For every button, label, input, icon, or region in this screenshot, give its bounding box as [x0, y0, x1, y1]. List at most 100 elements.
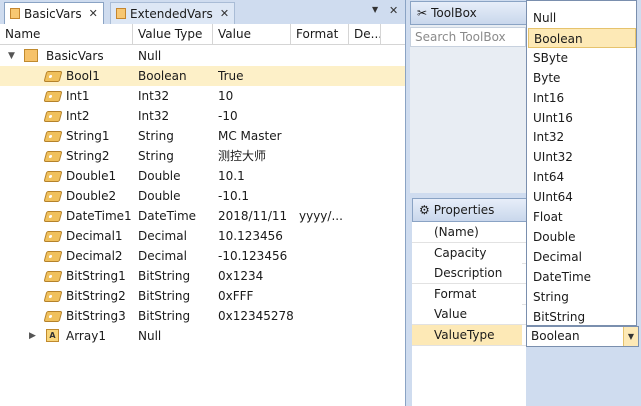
- tree-row-value[interactable]: -10: [218, 106, 238, 126]
- tree-row-format[interactable]: [299, 146, 347, 166]
- properties-title: Properties: [433, 203, 495, 217]
- property-row[interactable]: ValueType: [412, 324, 526, 346]
- tree-row-value[interactable]: 10.123456: [218, 226, 283, 246]
- tree-row-name: String1: [66, 129, 110, 143]
- variable-tag-icon: [43, 311, 63, 322]
- property-row[interactable]: Format: [412, 283, 526, 305]
- tab-extendedvars[interactable]: ExtendedVars ✕: [110, 2, 236, 24]
- tree-row-format[interactable]: [299, 106, 347, 126]
- column-header-format[interactable]: Format: [291, 24, 349, 44]
- tree-row-value[interactable]: 2018/11/11: [218, 206, 287, 226]
- toolbox-header[interactable]: ✂ ToolBox: [410, 1, 530, 25]
- tree-row[interactable]: Double1 Double 10.1: [0, 166, 405, 186]
- tree-row-format[interactable]: [299, 306, 347, 326]
- dropdown-option[interactable]: SByte: [528, 48, 636, 68]
- tree-row-name: Double2: [66, 189, 117, 203]
- dropdown-option[interactable]: String: [528, 287, 636, 307]
- tree-row-name: Decimal2: [66, 249, 123, 263]
- tree-row-format[interactable]: [299, 86, 347, 106]
- tree-row-value[interactable]: 0xFFF: [218, 286, 253, 306]
- tree-row-format[interactable]: [299, 166, 347, 186]
- close-document-icon[interactable]: ✕: [389, 4, 398, 17]
- property-row[interactable]: Capacity: [412, 242, 526, 264]
- tree-row-value[interactable]: -10.1: [218, 186, 249, 206]
- column-header-name[interactable]: Name: [0, 24, 133, 44]
- tree-row-name: Bool1: [66, 69, 100, 83]
- tree-row-value[interactable]: -10.123456: [218, 246, 287, 266]
- search-input[interactable]: Search ToolBox: [410, 27, 526, 47]
- tree-row-format[interactable]: [299, 226, 347, 246]
- column-header-description[interactable]: De...: [349, 24, 381, 44]
- variable-tag-icon: [43, 251, 63, 262]
- tree-row-format[interactable]: [299, 266, 347, 286]
- tree-row-format[interactable]: [299, 66, 347, 86]
- dropdown-option[interactable]: Int64: [528, 167, 636, 187]
- tree-row[interactable]: Double2 Double -10.1: [0, 186, 405, 206]
- column-header-value[interactable]: Value: [213, 24, 291, 44]
- tree-row-value[interactable]: 0x1234: [218, 266, 263, 286]
- tree-row[interactable]: String1 String MC Master: [0, 126, 405, 146]
- chevron-down-icon[interactable]: ▼: [623, 327, 638, 346]
- tab-extendedvars-label: ExtendedVars: [130, 6, 213, 21]
- tree-row-type: String: [138, 129, 174, 143]
- expand-icon[interactable]: ▶: [29, 326, 36, 346]
- tree-row[interactable]: Decimal2 Decimal -10.123456: [0, 246, 405, 266]
- tab-basicvars[interactable]: BasicVars ✕: [4, 2, 104, 24]
- dropdown-option[interactable]: UInt64: [528, 187, 636, 207]
- tree-row[interactable]: Bool1 Boolean True: [0, 66, 405, 86]
- variables-tab-icon: [116, 8, 126, 19]
- tree-row[interactable]: Int1 Int32 10: [0, 86, 405, 106]
- column-header-value-type[interactable]: Value Type: [133, 24, 213, 44]
- properties-header[interactable]: ⚙ Properties: [412, 198, 530, 222]
- property-row[interactable]: Value: [412, 304, 526, 325]
- dropdown-option[interactable]: Null: [528, 8, 636, 28]
- dropdown-option[interactable]: Byte: [528, 68, 636, 88]
- dropdown-option[interactable]: UInt16: [528, 108, 636, 128]
- dropdown-option[interactable]: Float: [528, 207, 636, 227]
- tree-row[interactable]: Decimal1 Decimal 10.123456: [0, 226, 405, 246]
- tree-row[interactable]: String2 String 测控大师: [0, 146, 405, 166]
- tree-row-format[interactable]: [299, 186, 347, 206]
- dropdown-option[interactable]: Decimal: [528, 247, 636, 267]
- tree-row-type: Decimal: [138, 229, 187, 243]
- tree-row[interactable]: BitString2 BitString 0xFFF: [0, 286, 405, 306]
- variable-tag-icon: [43, 211, 63, 222]
- tree-row-value[interactable]: 0x12345278: [218, 306, 294, 326]
- tree-row-type: String: [138, 149, 174, 163]
- close-icon[interactable]: ✕: [220, 7, 229, 20]
- tree-row[interactable]: BitString1 BitString 0x1234: [0, 266, 405, 286]
- toolbox-title: ToolBox: [431, 6, 477, 20]
- tree-row-value[interactable]: True: [218, 66, 244, 86]
- toolbox-icon: ✂: [417, 6, 428, 20]
- variable-tag-icon: [43, 231, 63, 242]
- tree-row[interactable]: BitString3 BitString 0x12345278: [0, 306, 405, 326]
- tree-row-array[interactable]: ▶ A Array1 Null: [0, 326, 405, 346]
- tree-row-name: String2: [66, 149, 110, 163]
- dropdown-option[interactable]: Int16: [528, 88, 636, 108]
- tree-row-format[interactable]: [299, 126, 347, 146]
- tree-row-value[interactable]: 10: [218, 86, 233, 106]
- tree-row-type: Double: [138, 189, 181, 203]
- property-row[interactable]: (Name): [412, 222, 526, 243]
- tree-row-format[interactable]: [299, 286, 347, 306]
- dropdown-option[interactable]: Double: [528, 227, 636, 247]
- property-row[interactable]: Description: [412, 263, 526, 284]
- tree-row-root[interactable]: ▼ BasicVars Null: [0, 46, 405, 66]
- dropdown-option[interactable]: Int32: [528, 127, 636, 147]
- tree-row-format[interactable]: yyyy/...: [299, 206, 347, 226]
- tab-list-dropdown-icon[interactable]: ▼: [372, 5, 378, 14]
- dropdown-option[interactable]: DateTime: [528, 267, 636, 287]
- tree-row-value[interactable]: 10.1: [218, 166, 245, 186]
- dropdown-option[interactable]: Boolean: [528, 27, 636, 48]
- value-type-selected-value: Boolean: [531, 329, 580, 343]
- tree-row-format[interactable]: [299, 246, 347, 266]
- tree-row-value[interactable]: 测控大师: [218, 146, 266, 166]
- variable-tag-icon: [43, 111, 63, 122]
- collapse-icon[interactable]: ▼: [8, 46, 15, 66]
- close-icon[interactable]: ✕: [89, 7, 98, 20]
- tree-row-value[interactable]: MC Master: [218, 126, 282, 146]
- dropdown-option[interactable]: BitString: [528, 307, 636, 327]
- tree-row[interactable]: Int2 Int32 -10: [0, 106, 405, 126]
- tree-row[interactable]: DateTime1 DateTime 2018/11/11 yyyy/...: [0, 206, 405, 226]
- dropdown-option[interactable]: UInt32: [528, 147, 636, 167]
